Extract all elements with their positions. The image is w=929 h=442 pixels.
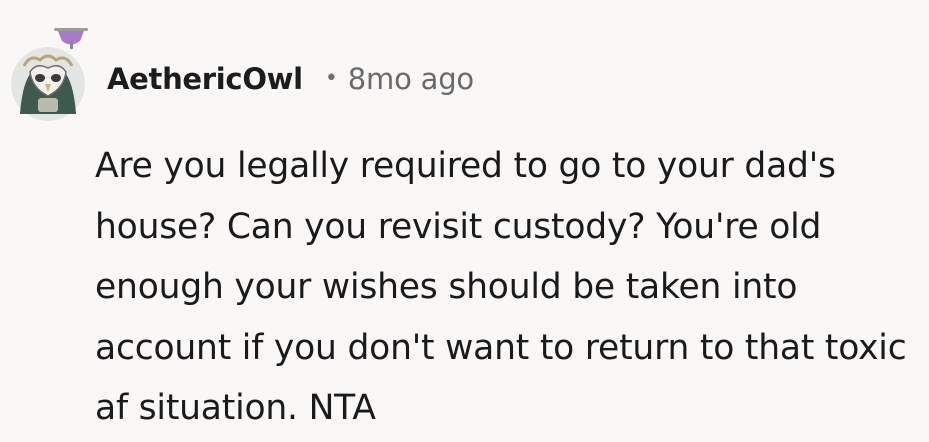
owl-avatar-icon	[11, 28, 88, 121]
user-avatar[interactable]	[0, 26, 96, 122]
comment: AethericOwl • 8mo ago Are you legally re…	[0, 0, 929, 442]
meta-separator: •	[324, 65, 338, 91]
comment-body: Are you legally required to go to your d…	[95, 146, 907, 428]
goblet-icon	[54, 28, 88, 49]
comment-timestamp[interactable]: 8mo ago	[348, 62, 474, 96]
username-link[interactable]: AethericOwl	[107, 62, 303, 96]
comment-header: AethericOwl • 8mo ago	[107, 56, 474, 102]
